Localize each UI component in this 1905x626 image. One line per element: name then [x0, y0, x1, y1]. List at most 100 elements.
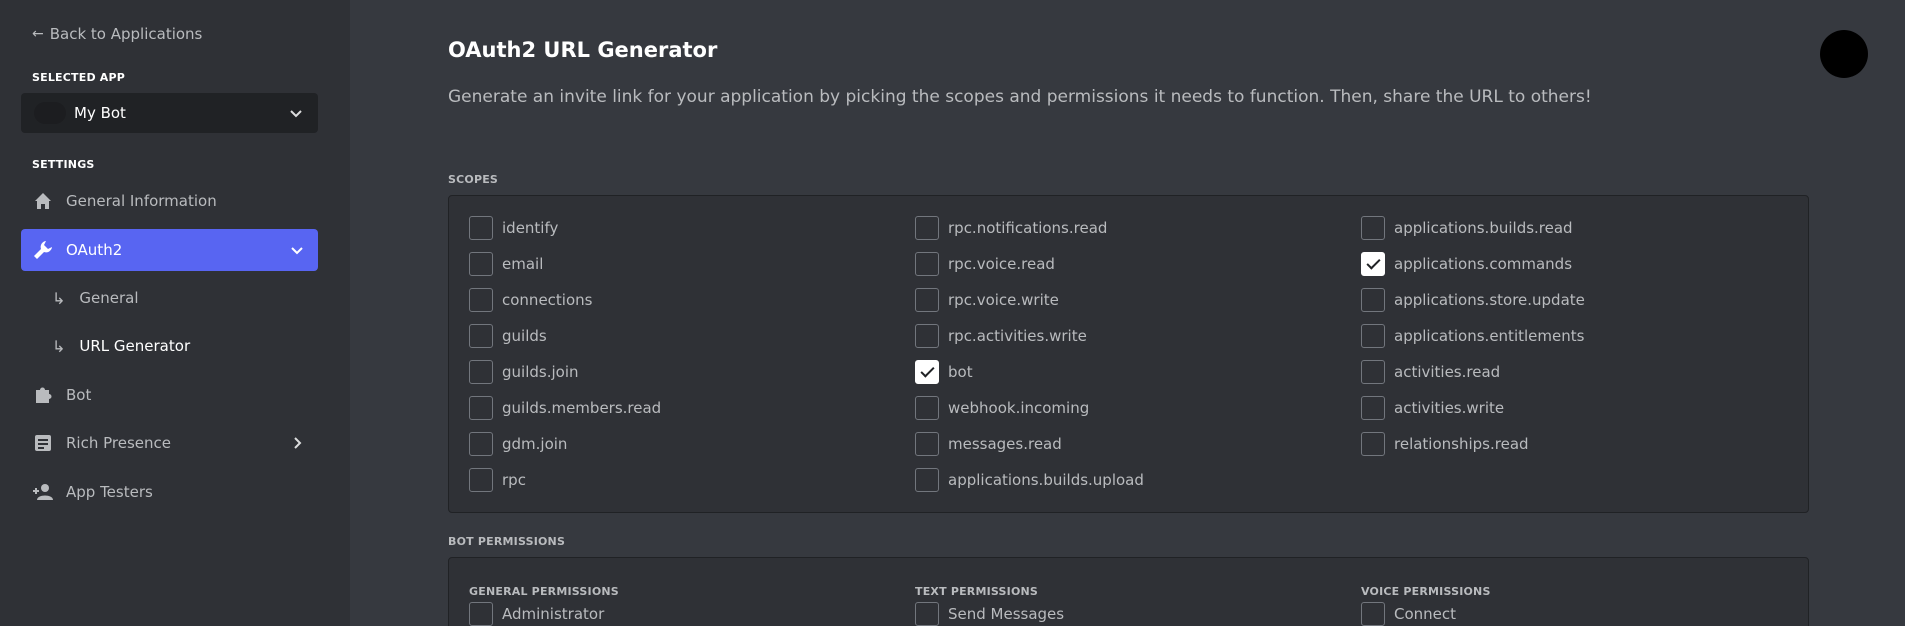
- main-content: OAuth2 URL Generator Generate an invite …: [350, 0, 1905, 626]
- checkbox[interactable]: [1361, 396, 1385, 420]
- checkbox[interactable]: [1361, 602, 1385, 626]
- checkbox[interactable]: [1361, 324, 1385, 348]
- scope-checkbox-applications-builds-read[interactable]: applications.builds.read: [1361, 216, 1573, 240]
- scope-checkbox-email[interactable]: email: [469, 252, 543, 276]
- back-to-applications-link[interactable]: ← Back to Applications: [32, 25, 202, 43]
- scope-label: activities.write: [1394, 399, 1505, 417]
- bot-permissions-label: BOT PERMISSIONS: [448, 535, 566, 548]
- permission-label: Send Messages: [948, 605, 1065, 623]
- checkbox[interactable]: [469, 602, 493, 626]
- settings-label: SETTINGS: [32, 158, 95, 171]
- scope-label: activities.read: [1394, 363, 1501, 381]
- sidebar-item-bot[interactable]: Bot: [21, 374, 318, 416]
- sidebar-subitem-url-generator[interactable]: ↳ URL Generator: [52, 333, 190, 359]
- arrow-left-icon: ←: [32, 26, 44, 42]
- scope-checkbox-guilds[interactable]: guilds: [469, 324, 547, 348]
- sidebar: ← Back to Applications SELECTED APP My B…: [0, 0, 350, 626]
- checkbox[interactable]: [469, 468, 493, 492]
- scope-checkbox-guilds-members-read[interactable]: guilds.members.read: [469, 396, 661, 420]
- checkbox[interactable]: [915, 288, 939, 312]
- permission-label: Connect: [1394, 605, 1457, 623]
- app-name: My Bot: [74, 104, 126, 122]
- scope-checkbox-messages-read[interactable]: messages.read: [915, 432, 1062, 456]
- sidebar-item-app-testers[interactable]: App Testers: [21, 471, 318, 513]
- checkbox[interactable]: [469, 216, 493, 240]
- scope-checkbox-relationships-read[interactable]: relationships.read: [1361, 432, 1529, 456]
- bot-permissions-panel: GENERAL PERMISSIONS TEXT PERMISSIONS VOI…: [448, 557, 1809, 626]
- subitem-arrow-icon: ↳: [52, 288, 66, 308]
- home-icon: [32, 190, 54, 212]
- scope-checkbox-applications-entitlements[interactable]: applications.entitlements: [1361, 324, 1584, 348]
- scope-checkbox-applications-store-update[interactable]: applications.store.update: [1361, 288, 1585, 312]
- permission-checkbox-send-messages[interactable]: Send Messages: [915, 602, 1064, 626]
- sidebar-item-general-information[interactable]: General Information: [21, 180, 318, 222]
- chevron-right-icon: [289, 435, 305, 455]
- scope-checkbox-applications-commands[interactable]: applications.commands: [1361, 252, 1572, 276]
- person-add-icon: [32, 481, 54, 503]
- scope-checkbox-rpc-voice-write[interactable]: rpc.voice.write: [915, 288, 1059, 312]
- permission-checkbox-connect[interactable]: Connect: [1361, 602, 1456, 626]
- scope-label: rpc.voice.read: [948, 255, 1055, 273]
- scope-label: relationships.read: [1394, 435, 1529, 453]
- checkbox[interactable]: [1361, 360, 1385, 384]
- checkbox[interactable]: [1361, 216, 1385, 240]
- scope-label: webhook.incoming: [948, 399, 1090, 417]
- scope-checkbox-rpc[interactable]: rpc: [469, 468, 526, 492]
- checkbox[interactable]: [469, 396, 493, 420]
- sidebar-item-label: Bot: [66, 386, 92, 404]
- checkbox[interactable]: [469, 288, 493, 312]
- checkbox[interactable]: [915, 468, 939, 492]
- scope-label: applications.builds.upload: [948, 471, 1144, 489]
- app-window: ← Back to Applications SELECTED APP My B…: [0, 0, 1905, 626]
- sidebar-item-label: Rich Presence: [66, 434, 171, 452]
- checkbox[interactable]: [469, 252, 493, 276]
- puzzle-icon: [32, 384, 54, 406]
- checkbox[interactable]: [915, 252, 939, 276]
- checkbox[interactable]: [915, 396, 939, 420]
- document-icon: [32, 432, 54, 454]
- scope-checkbox-applications-builds-upload[interactable]: applications.builds.upload: [915, 468, 1144, 492]
- scope-checkbox-guilds-join[interactable]: guilds.join: [469, 360, 579, 384]
- scope-checkbox-activities-read[interactable]: activities.read: [1361, 360, 1500, 384]
- checkbox[interactable]: [469, 324, 493, 348]
- checkbox[interactable]: [915, 216, 939, 240]
- scope-checkbox-rpc-notifications-read[interactable]: rpc.notifications.read: [915, 216, 1107, 240]
- scope-label: identify: [502, 219, 559, 237]
- checkbox[interactable]: [1361, 288, 1385, 312]
- scope-checkbox-gdm-join[interactable]: gdm.join: [469, 432, 567, 456]
- scope-label: applications.builds.read: [1394, 219, 1573, 237]
- checkbox-checked[interactable]: [1361, 252, 1385, 276]
- scope-label: bot: [948, 363, 973, 381]
- scope-label: rpc.notifications.read: [948, 219, 1108, 237]
- page-title: OAuth2 URL Generator: [448, 38, 718, 62]
- checkbox[interactable]: [469, 432, 493, 456]
- selected-app-label: SELECTED APP: [32, 71, 126, 84]
- scope-label: messages.read: [948, 435, 1062, 453]
- scope-label: connections: [502, 291, 593, 309]
- scope-label: applications.store.update: [1394, 291, 1585, 309]
- text-permissions-label: TEXT PERMISSIONS: [915, 585, 1039, 598]
- app-selector[interactable]: My Bot: [21, 93, 318, 133]
- checkbox[interactable]: [469, 360, 493, 384]
- sidebar-item-oauth2[interactable]: OAuth2: [21, 229, 318, 271]
- checkbox-checked[interactable]: [915, 360, 939, 384]
- sidebar-subitem-general[interactable]: ↳ General: [52, 285, 139, 311]
- checkbox[interactable]: [915, 432, 939, 456]
- permission-checkbox-administrator[interactable]: Administrator: [469, 602, 604, 626]
- scope-label: guilds.join: [502, 363, 579, 381]
- checkbox[interactable]: [915, 324, 939, 348]
- checkbox[interactable]: [915, 602, 939, 626]
- scope-checkbox-rpc-voice-read[interactable]: rpc.voice.read: [915, 252, 1055, 276]
- scope-checkbox-connections[interactable]: connections: [469, 288, 592, 312]
- user-avatar[interactable]: [1820, 30, 1868, 78]
- scope-checkbox-bot[interactable]: bot: [915, 360, 973, 384]
- sidebar-item-rich-presence[interactable]: Rich Presence: [21, 422, 318, 464]
- scope-checkbox-activities-write[interactable]: activities.write: [1361, 396, 1504, 420]
- scope-checkbox-identify[interactable]: identify: [469, 216, 558, 240]
- checkbox[interactable]: [1361, 432, 1385, 456]
- sidebar-subitem-label: General: [79, 289, 139, 307]
- scope-label: guilds.members.read: [502, 399, 662, 417]
- sidebar-item-label: General Information: [66, 192, 217, 210]
- scope-checkbox-webhook-incoming[interactable]: webhook.incoming: [915, 396, 1089, 420]
- scope-checkbox-rpc-activities-write[interactable]: rpc.activities.write: [915, 324, 1087, 348]
